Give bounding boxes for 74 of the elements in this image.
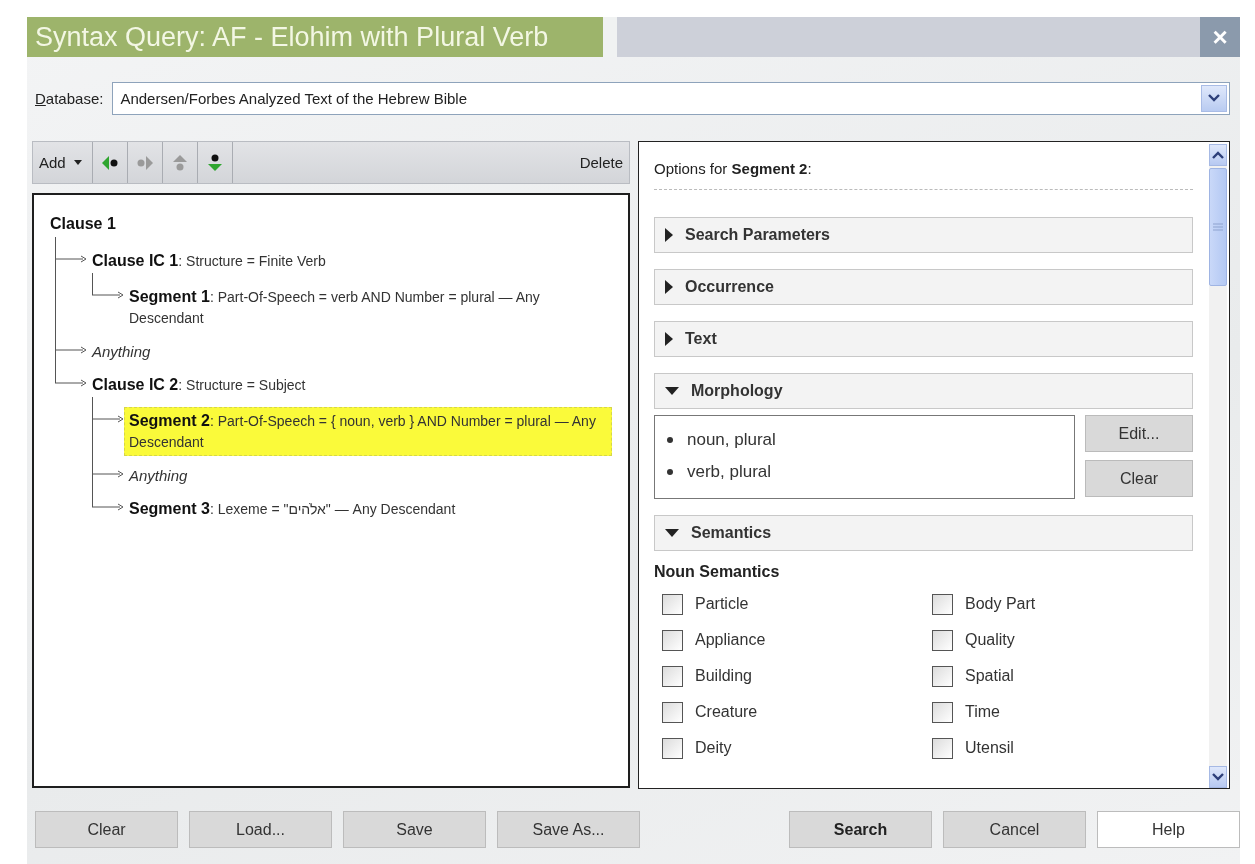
bullet-icon xyxy=(667,469,673,475)
section-header[interactable]: Occurrence xyxy=(654,269,1193,305)
triangle-right-icon xyxy=(665,332,673,346)
section-header[interactable]: Morphology xyxy=(654,373,1193,409)
dialog-button[interactable]: Cancel xyxy=(943,811,1086,848)
checkbox-label: Utensil xyxy=(965,739,1014,757)
wildcard-node[interactable]: Anything xyxy=(124,462,612,489)
tree-connector-arrow xyxy=(92,415,124,423)
tree-connector-arrow xyxy=(55,379,87,387)
tree-connector-arrow xyxy=(92,470,124,478)
scroll-thumb[interactable] xyxy=(1209,168,1227,286)
checkbox-label: Deity xyxy=(695,739,732,757)
checkbox-label: Body Part xyxy=(965,595,1036,613)
checkbox[interactable] xyxy=(932,701,953,723)
checkbox[interactable] xyxy=(932,737,953,759)
dialog-button[interactable]: Save As... xyxy=(497,811,640,848)
checkbox-label: Creature xyxy=(695,703,758,721)
checkbox[interactable] xyxy=(932,629,953,651)
section-header[interactable]: Text xyxy=(654,321,1193,357)
caret-down-icon xyxy=(73,160,82,165)
triangle-right-icon xyxy=(665,228,673,242)
checkbox[interactable] xyxy=(662,701,683,723)
checkbox-label: Appliance xyxy=(695,631,766,649)
checkbox[interactable] xyxy=(662,593,683,615)
list-item: verb, plural xyxy=(687,462,772,482)
dialog-button[interactable]: Help xyxy=(1097,811,1240,848)
tree-node[interactable]: Clause IC 2: Structure = Subject xyxy=(87,371,612,399)
grip-icon xyxy=(1213,223,1223,231)
section-header[interactable]: Search Parameters xyxy=(654,217,1193,253)
chevron-down-icon xyxy=(1212,773,1224,781)
tree-node[interactable]: Segment 2: Part-Of-Speech = { noun, verb } AND Number = plural — Any Descendant xyxy=(124,407,612,456)
add-menu-button[interactable]: Add xyxy=(33,142,93,183)
triangle-right-icon xyxy=(665,280,673,294)
checkbox-label: Spatial xyxy=(965,667,1014,685)
clear-button[interactable]: Clear xyxy=(1085,460,1193,497)
tree-node[interactable]: Clause 1 xyxy=(50,215,612,233)
section-header[interactable]: Semantics xyxy=(654,515,1193,551)
checkbox[interactable] xyxy=(662,629,683,651)
dialog-button[interactable]: Load... xyxy=(189,811,332,848)
checkbox-label: Time xyxy=(965,703,1000,721)
triangle-down-icon xyxy=(665,387,679,395)
checkbox-label: Building xyxy=(695,667,752,685)
triangle-down-icon xyxy=(665,529,679,537)
checkbox-label: Quality xyxy=(965,631,1015,649)
tree-connector-arrow xyxy=(55,255,87,263)
bullet-icon xyxy=(667,437,673,443)
checkbox[interactable] xyxy=(662,737,683,759)
chevron-down-icon xyxy=(1208,94,1220,102)
wildcard-node[interactable]: Anything xyxy=(87,338,612,365)
database-dropdown[interactable]: Andersen/Forbes Analyzed Text of the Hebrew Bible xyxy=(112,81,1230,115)
checkbox[interactable] xyxy=(662,665,683,687)
tree-connector-arrow xyxy=(92,503,124,511)
list-item: noun, plural xyxy=(687,430,776,450)
delete-button[interactable]: Delete xyxy=(573,142,629,183)
dialog-button[interactable]: Clear xyxy=(35,811,178,848)
tree-connector-arrow xyxy=(92,291,124,299)
edit-button[interactable]: Edit... xyxy=(1085,415,1193,452)
tree-connector-arrow xyxy=(55,346,87,354)
section-subheading: Noun Semantics xyxy=(654,563,781,581)
dialog-button[interactable]: Search xyxy=(789,811,932,848)
options-heading: Options for Segment 2: xyxy=(654,142,1193,190)
checkbox[interactable] xyxy=(932,593,953,615)
checkbox-label: Particle xyxy=(695,595,749,613)
chevron-up-icon xyxy=(1212,151,1224,159)
scroll-down-button[interactable] xyxy=(1209,766,1227,788)
checkbox[interactable] xyxy=(932,665,953,687)
scroll-up-button[interactable] xyxy=(1209,144,1227,166)
dropdown-button[interactable] xyxy=(1201,84,1227,112)
window-title: Syntax Query: AF - Elohim with Plural Verb xyxy=(27,17,603,57)
tree-node[interactable]: Segment 1: Part-Of-Speech = verb AND Number = plural — Any Descendant xyxy=(124,283,612,332)
arrow-right-dot-icon xyxy=(135,153,154,172)
tree-node[interactable]: Clause IC 1: Structure = Finite Verb xyxy=(87,247,612,275)
database-label: Database: xyxy=(35,89,104,107)
dialog-button[interactable]: Save xyxy=(343,811,486,848)
